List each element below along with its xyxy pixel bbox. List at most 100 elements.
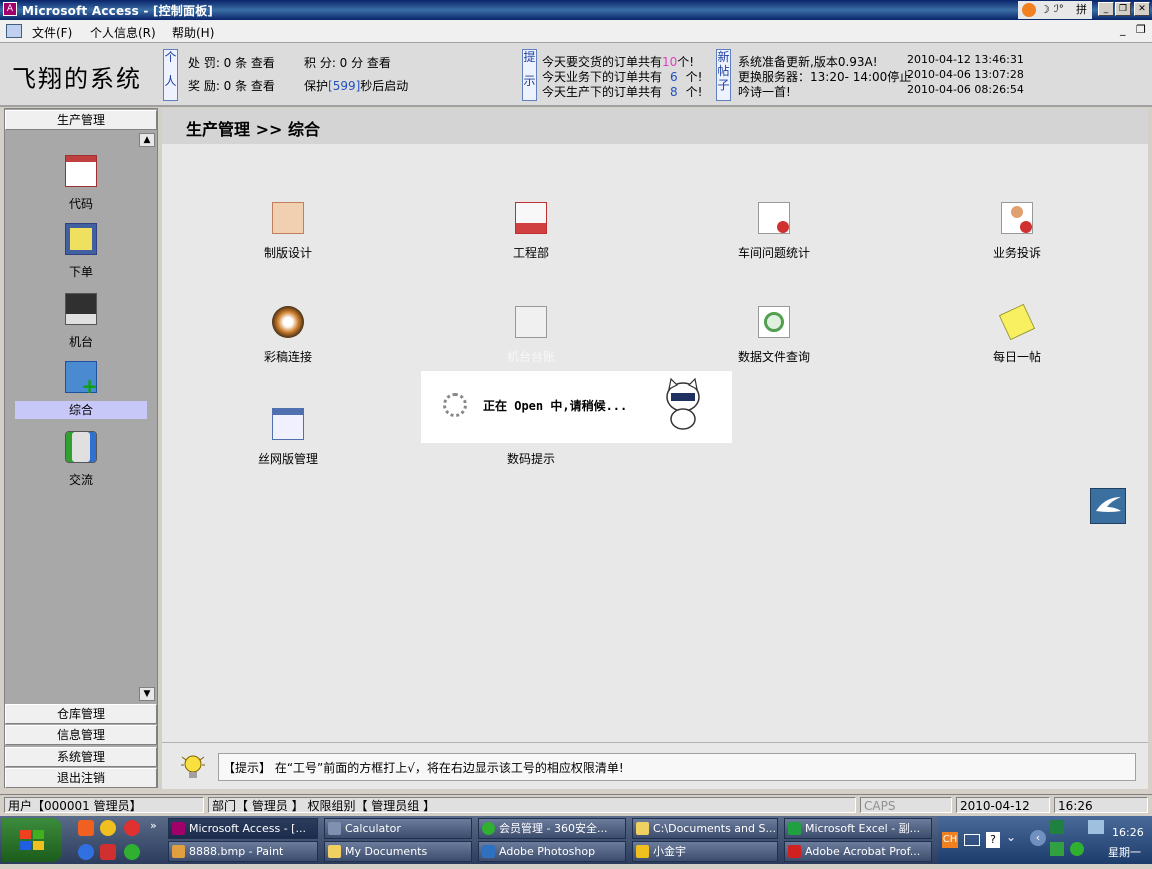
sidebar-section-info[interactable]: 信息管理 xyxy=(5,725,157,745)
tile-label: 数码提示 xyxy=(506,452,555,466)
sidebar-item-machine[interactable]: 机台 xyxy=(15,293,147,351)
help-icon[interactable]: ? xyxy=(986,832,1000,848)
tip-count: 10 xyxy=(662,55,678,69)
tip-bar: 【提示】 在“工号”前面的方框打上√，将在右边显示该工号的相应权限清单! xyxy=(162,742,1148,789)
sidebar-item-exchange[interactable]: 交流 xyxy=(15,431,147,489)
protect-text: 保护[599]秒后启动 xyxy=(304,77,408,94)
form-control-icon[interactable] xyxy=(6,24,22,38)
ie-icon[interactable] xyxy=(78,844,94,860)
keyboard-icon[interactable] xyxy=(964,834,980,846)
weibo-icon[interactable] xyxy=(124,820,140,836)
scroll-down-button[interactable]: ▼ xyxy=(139,687,155,701)
taskbar-label: Adobe Photoshop xyxy=(499,845,596,858)
access-app-icon[interactable]: A xyxy=(3,2,17,16)
tile-data-query[interactable]: 数据文件查询 xyxy=(694,306,854,365)
cat-mascot-icon xyxy=(666,377,700,430)
tray-arrow-icon[interactable]: ⌄ xyxy=(1006,830,1016,844)
photoshop-icon xyxy=(482,845,495,858)
clock-time[interactable]: 16:26 xyxy=(1112,826,1144,839)
float-action-button[interactable] xyxy=(1090,488,1126,524)
access-icon xyxy=(172,822,185,835)
tip-text: 今天要交货的订单共有 xyxy=(542,55,663,69)
menu-file[interactable]: 文件(F) xyxy=(32,24,72,41)
punish-text[interactable]: 处 罚: 0 条 查看 xyxy=(188,54,275,71)
status-date: 2010-04-12 xyxy=(956,797,1050,813)
tile-engineering[interactable]: 工程部 xyxy=(451,202,611,261)
tray-collapse-icon[interactable]: ‹ xyxy=(1030,830,1046,846)
menu-personal-info[interactable]: 个人信息(R) xyxy=(90,24,156,41)
tile-machine-ledger[interactable]: 机台台账 xyxy=(451,306,611,365)
protect-prefix: 保护 xyxy=(304,79,329,93)
menu-help[interactable]: 帮助(H) xyxy=(172,24,214,41)
tips-label-char: 提 xyxy=(523,50,536,64)
taskbar-excel[interactable]: Microsoft Excel - 副... xyxy=(784,818,932,839)
new-posts-char: 帖 xyxy=(717,64,730,78)
post-item[interactable]: 吟诗一首! xyxy=(738,83,791,100)
scroll-up-button[interactable]: ▲ xyxy=(139,133,155,147)
tile-workshop-stats[interactable]: 车间问题统计 xyxy=(694,202,854,261)
sidebar-section-system[interactable]: 系统管理 xyxy=(5,747,157,767)
printer-icon xyxy=(65,293,97,325)
excel-icon xyxy=(788,822,801,835)
tile-label: 数据文件查询 xyxy=(737,350,810,364)
engineering-icon xyxy=(515,202,547,234)
moon-icon[interactable]: ☽ xyxy=(1040,1,1050,19)
points-text[interactable]: 积 分: 0 分 查看 xyxy=(304,54,391,71)
tip-text: 今天业务下的订单共有 xyxy=(542,70,663,84)
taskbar-calculator[interactable]: Calculator xyxy=(324,818,472,839)
new-posts-char: 新 xyxy=(717,50,730,64)
minimize-button[interactable]: _ xyxy=(1098,2,1114,16)
quicklaunch-home-icon[interactable] xyxy=(78,820,94,836)
taskbar-access[interactable]: Microsoft Access - [... xyxy=(168,818,318,839)
mdi-restore-button[interactable]: ❐ xyxy=(1136,23,1146,36)
tile-complaints[interactable]: 业务投诉 xyxy=(937,202,1097,261)
close-button[interactable]: ✕ xyxy=(1134,2,1150,16)
safety-icon[interactable] xyxy=(1050,842,1064,856)
taskbar-my-documents[interactable]: My Documents xyxy=(324,841,472,862)
post-time: 2010-04-06 13:07:28 xyxy=(907,68,1024,81)
start-button[interactable] xyxy=(2,818,62,862)
taskbar-acrobat[interactable]: Adobe Acrobat Prof... xyxy=(784,841,932,862)
taskbar-paint[interactable]: 8888.bmp - Paint xyxy=(168,841,318,862)
tip-production-orders[interactable]: 今天生产下的订单共有 8 个! xyxy=(542,83,702,100)
sidebar-item-general[interactable]: + 综合 xyxy=(15,361,147,419)
personal-label-char: 个 xyxy=(164,50,177,64)
ime-logo-icon[interactable] xyxy=(1022,3,1036,17)
paint-icon xyxy=(172,845,185,858)
tile-color-draft[interactable]: 彩稿连接 xyxy=(208,306,368,365)
tile-plate-design[interactable]: 制版设计 xyxy=(208,202,368,261)
tip-message: 【提示】 在“工号”前面的方框打上√，将在右边显示该工号的相应权限清单! xyxy=(223,761,624,775)
mdi-minimize-button[interactable]: _ xyxy=(1120,23,1126,36)
sidebar-item-order[interactable]: 下单 xyxy=(15,223,147,281)
sidebar-section-warehouse[interactable]: 仓库管理 xyxy=(5,704,157,724)
title-bar: A Microsoft Access - [控制面板] ☽ ℐ° 拼 _ ❐ ✕ xyxy=(0,0,1152,20)
tile-daily-post[interactable]: 每日一帖 xyxy=(937,303,1097,365)
notebook-icon xyxy=(515,306,547,338)
qq-icon[interactable] xyxy=(100,820,116,836)
taskbar-photoshop[interactable]: Adobe Photoshop xyxy=(478,841,626,862)
sidebar-item-code[interactable]: 代码 xyxy=(15,155,147,213)
user-stop-icon xyxy=(1001,202,1033,234)
reward-text[interactable]: 奖 励: 0 条 查看 xyxy=(188,77,275,94)
notepad-icon xyxy=(65,223,97,255)
tile-screen-plate[interactable]: 丝网版管理 xyxy=(208,408,368,467)
ime-toolbar[interactable]: ☽ ℐ° 拼 xyxy=(1018,1,1092,19)
shield-icon[interactable] xyxy=(1070,842,1084,856)
360-icon[interactable] xyxy=(124,844,140,860)
quicklaunch-more-icon[interactable]: » xyxy=(150,819,157,832)
new-posts-label: 新 帖 子 xyxy=(716,49,731,101)
taskbar-360[interactable]: 会员管理 - 360安全... xyxy=(478,818,626,839)
network-icon[interactable] xyxy=(1050,820,1064,834)
sidebar-section-logout[interactable]: 退出注销 xyxy=(5,768,157,788)
sidebar-section-production[interactable]: 生产管理 xyxy=(5,110,157,130)
protect-countdown: [599] xyxy=(328,79,361,93)
punctuation-icon[interactable]: ℐ° xyxy=(1054,1,1064,19)
restore-button[interactable]: ❐ xyxy=(1115,2,1131,16)
app-icon[interactable] xyxy=(100,844,116,860)
clock-day[interactable]: 星期一 xyxy=(1108,844,1141,860)
ime-mode-label[interactable]: 拼 xyxy=(1076,1,1087,19)
language-indicator[interactable]: CH xyxy=(942,832,958,848)
taskbar-explorer[interactable]: C:\Documents and S... xyxy=(632,818,778,839)
taskbar-xiaojinyu[interactable]: 小金宇 xyxy=(632,841,778,862)
display-icon[interactable] xyxy=(1088,820,1104,834)
